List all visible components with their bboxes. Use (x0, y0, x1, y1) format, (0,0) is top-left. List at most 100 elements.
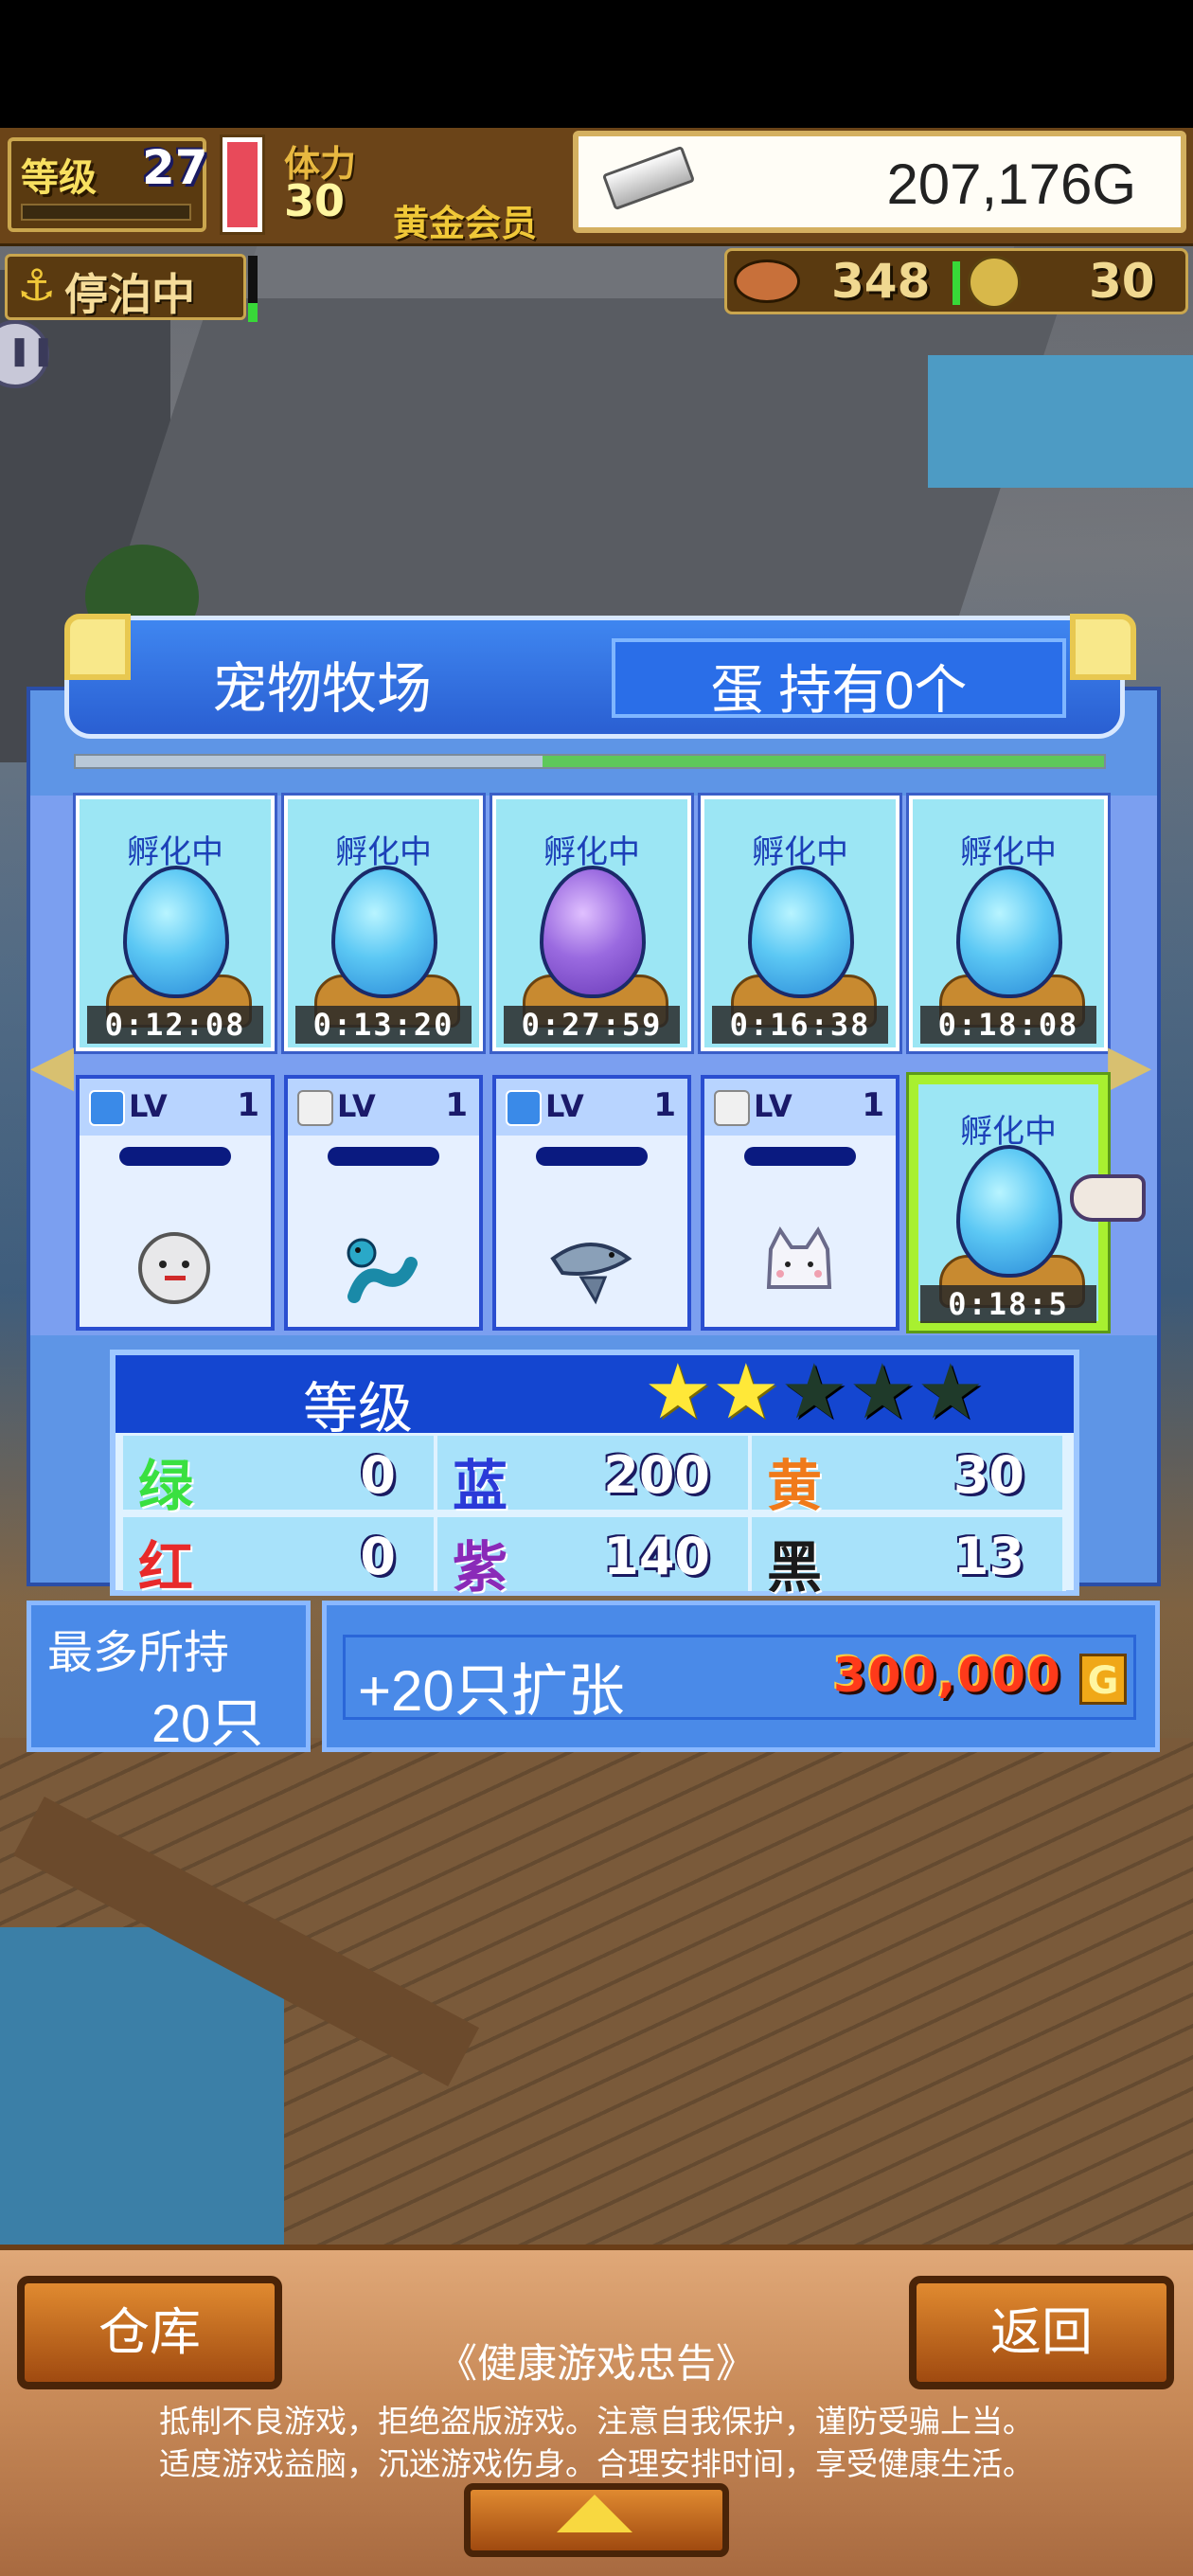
egg-slot[interactable]: 孵化中 0:13:20 (281, 793, 486, 1054)
stat-value: 0 (360, 1527, 396, 1586)
hatch-timer: 0:16:38 (712, 1006, 888, 1044)
coin-icon (968, 256, 1021, 309)
lv-label: LV (129, 1088, 168, 1124)
docked-gauge (248, 256, 258, 322)
pet-level: 1 (237, 1086, 259, 1124)
food-gauge (953, 261, 960, 305)
scroll-left-arrow-icon[interactable]: ◀ (30, 1032, 74, 1099)
stat-name: 紫 (453, 1535, 508, 1600)
blue-egg-icon (123, 866, 229, 998)
blue-egg-icon (748, 866, 854, 998)
stat-value: 13 (953, 1527, 1024, 1586)
lv-label: LV (545, 1088, 584, 1124)
egg-slot[interactable]: 孵化中 0:18:08 (906, 793, 1111, 1054)
egg-slot[interactable]: 孵化中 0:27:59 (490, 793, 694, 1054)
expand-price: 300,000 (833, 1648, 1062, 1703)
pet-level: 1 (445, 1086, 468, 1124)
stat-cell-red: 红 0 (123, 1517, 437, 1600)
stat-cell-black: 黑 13 (752, 1517, 1066, 1600)
docked-status: 停泊中 (64, 269, 195, 320)
pet-exp-gauge (536, 1147, 648, 1166)
water-element-icon (89, 1090, 125, 1126)
health-notice-title: 《健康游戏忠告》 (436, 2341, 756, 2386)
pet-exp-gauge (119, 1147, 231, 1166)
anchor-icon: ⚓ (17, 259, 57, 311)
hatch-timer: 0:27:59 (504, 1006, 680, 1044)
pet-slot[interactable]: LV 1 (284, 1075, 483, 1331)
stat-name: 绿 (138, 1454, 194, 1518)
cat-pet-icon (766, 1226, 832, 1289)
membership-badge: 黄金会员 (393, 203, 538, 244)
pet-slot[interactable]: LV 1 (701, 1075, 899, 1331)
water (928, 355, 1193, 488)
gold-amount: 207,176G (886, 152, 1136, 216)
level-exp-gauge (21, 204, 191, 221)
blue-egg-icon (956, 1145, 1062, 1278)
coin-count: 30 (1089, 254, 1155, 309)
hatch-timer: 0:13:20 (295, 1006, 472, 1044)
stat-cell-purple: 紫 140 (437, 1517, 752, 1600)
pause-icon: ❚❚ (8, 334, 56, 367)
health-notice-line: 抵制不良游戏，拒绝盗版游戏。注意自我保护，谨防受骗上当。 (159, 2404, 1034, 2439)
stat-cell-green: 绿 0 (123, 1436, 437, 1518)
food-count: 348 (831, 254, 931, 309)
stat-value: 140 (603, 1527, 710, 1586)
capacity-label: 最多所持 (47, 1628, 230, 1678)
food-icon (734, 259, 800, 303)
stat-name: 黄 (767, 1454, 823, 1518)
star-filled-icon: ★ (712, 1348, 780, 1436)
hatch-timer: 0:12:08 (87, 1006, 263, 1044)
up-arrow-icon (557, 2495, 632, 2532)
stat-name: 红 (138, 1535, 194, 1600)
pet-slot[interactable]: LV 1 (492, 1075, 691, 1331)
pet-exp-gauge (328, 1147, 439, 1166)
pet-level: 1 (653, 1086, 676, 1124)
star-filled-icon: ★ (644, 1348, 712, 1436)
water-element-icon (506, 1090, 542, 1126)
pet-slot[interactable]: LV 1 (76, 1075, 275, 1331)
castle-building (93, 298, 1062, 658)
scroll-progress-fill (543, 756, 1104, 767)
level-label: 等级 (21, 156, 97, 200)
level-value: 27 (142, 140, 208, 195)
stamina-gauge (220, 134, 265, 235)
stat-cell-blue: 蓝 200 (437, 1436, 752, 1518)
expand-label: +20只扩张 (358, 1659, 625, 1723)
star-empty-icon: ★ (917, 1348, 985, 1436)
purple-egg-icon (540, 866, 646, 998)
pet-level: 1 (862, 1086, 884, 1124)
stat-name: 黑 (767, 1535, 823, 1600)
capacity-value: 20只 (151, 1693, 264, 1753)
stat-value: 0 (360, 1445, 396, 1505)
star-empty-icon: ★ (848, 1348, 917, 1436)
stat-name: 蓝 (453, 1454, 508, 1518)
stat-cell-yellow: 黄 30 (752, 1436, 1066, 1518)
shark-pet-icon (550, 1243, 632, 1305)
frame-corner (1070, 614, 1136, 680)
hatch-timer: 0:18:5 (920, 1285, 1096, 1323)
pet-exp-gauge (744, 1147, 856, 1166)
star-empty-icon: ★ (780, 1348, 848, 1436)
grade-label: 等级 (303, 1378, 414, 1440)
stat-value: 200 (603, 1445, 710, 1505)
gold-currency-icon: G (1079, 1654, 1127, 1705)
blue-egg-icon (956, 866, 1062, 998)
health-notice-line: 适度游戏益脑，沉迷游戏伤身。合理安排时间，享受健康生活。 (159, 2446, 1034, 2481)
sheep-pet-icon (138, 1232, 210, 1304)
egg-slot[interactable]: 孵化中 0:16:38 (698, 793, 902, 1054)
page-title: 宠物牧场 (211, 658, 432, 720)
frame-corner (64, 614, 131, 680)
scroll-right-arrow-icon[interactable]: ▶ (1108, 1032, 1151, 1099)
egg-slot[interactable]: 孵化中 0:12:08 (73, 793, 277, 1054)
stat-value: 30 (953, 1445, 1024, 1505)
blue-egg-icon (331, 866, 437, 998)
light-element-icon (297, 1090, 333, 1126)
stamina-value: 30 (284, 175, 346, 226)
pointing-hand-icon (1070, 1174, 1146, 1222)
lv-label: LV (337, 1088, 376, 1124)
hatch-timer: 0:18:08 (920, 1006, 1096, 1044)
light-element-icon (714, 1090, 750, 1126)
egg-count: 蛋 持有0个 (710, 660, 968, 720)
snake-pet-icon (347, 1238, 418, 1303)
lv-label: LV (754, 1088, 792, 1124)
